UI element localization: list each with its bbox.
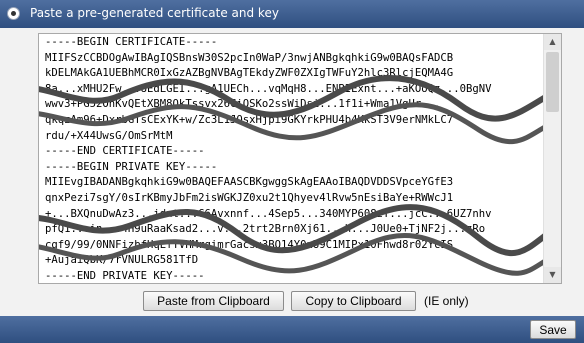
textarea-scrollbar[interactable]: ▲ ▼ bbox=[543, 34, 561, 283]
certificate-textarea[interactable]: -----BEGIN CERTIFICATE----- MIIFSzCCBDOgA… bbox=[38, 33, 562, 284]
certificate-line: pfQ1...in...4H9uRaaKsad2...v...2trt2Brn0… bbox=[45, 223, 486, 236]
option-label: Paste a pre-generated certificate and ke… bbox=[30, 6, 279, 20]
footer-bar: Save bbox=[0, 316, 584, 343]
pregenerated-radio[interactable] bbox=[7, 7, 20, 20]
scroll-down-arrow-icon[interactable]: ▼ bbox=[544, 267, 561, 283]
certificate-text: -----BEGIN CERTIFICATE----- MIIFSzCCBDOgA… bbox=[45, 35, 492, 283]
certificate-line: rdu/+X44UwsG/OmSrMtM bbox=[45, 129, 173, 142]
copy-to-clipboard-button[interactable]: Copy to Clipboard bbox=[291, 291, 416, 311]
certificate-line: -----BEGIN PRIVATE KEY----- bbox=[45, 160, 218, 173]
certificate-line: qkqzAm96+DxrbGTsCExYK+w/Zc3L1JOsxHjpi9GK… bbox=[45, 113, 454, 126]
certificate-line: MIIFSzCCBDOgAwIBAgIQSBnsW30S2pcIn0WaP/3n… bbox=[45, 51, 454, 64]
save-button[interactable]: Save bbox=[530, 320, 576, 339]
scroll-up-arrow-icon[interactable]: ▲ bbox=[544, 34, 561, 50]
certificate-line: cgf9/99/0NNFizbfHqEfYVHMrgimrGacsx3BQ14Y… bbox=[45, 238, 454, 251]
option-header-bar: Paste a pre-generated certificate and ke… bbox=[0, 0, 584, 28]
certificate-line: -----END PRIVATE KEY----- bbox=[45, 269, 205, 282]
certificate-line: 8a...xMHU2Fw...8EdLGEI...gA1UECh...vqMqH… bbox=[45, 82, 492, 95]
certificate-line: +AujaiQbK/7rVNULRG581TfD bbox=[45, 254, 199, 267]
radio-selected-dot bbox=[11, 11, 16, 16]
certificate-line: +...BXQnuDwAz3...idnt...G6Avxnnf...4Sep5… bbox=[45, 207, 492, 220]
paste-from-clipboard-button[interactable]: Paste from Clipboard bbox=[143, 291, 284, 311]
certificate-line: qnxPezi7sgY/0sIrKBmyJbFm2isWGKJZ0xu2t1Qh… bbox=[45, 191, 454, 204]
certificate-line: wwv3+PG52OhKvQEtXBM8OkTssvx26CiQSKo2ssWi… bbox=[45, 98, 441, 111]
scrollbar-thumb[interactable] bbox=[546, 52, 559, 112]
certificate-line: -----BEGIN CERTIFICATE----- bbox=[45, 36, 218, 48]
certificate-panel: -----BEGIN CERTIFICATE----- MIIFSzCCBDOgA… bbox=[0, 28, 584, 316]
certificate-line: -----END CERTIFICATE----- bbox=[45, 145, 205, 158]
certificate-line: kDELMAkGA1UEBhMCR0IxGzAZBgNVBAgTEkdyZWF0… bbox=[45, 67, 454, 80]
certificate-line: MIIEvgIBADANBgkqhkiG9w0BAQEFAASCBKgwggSk… bbox=[45, 176, 454, 189]
ie-only-note: (IE only) bbox=[424, 294, 469, 308]
